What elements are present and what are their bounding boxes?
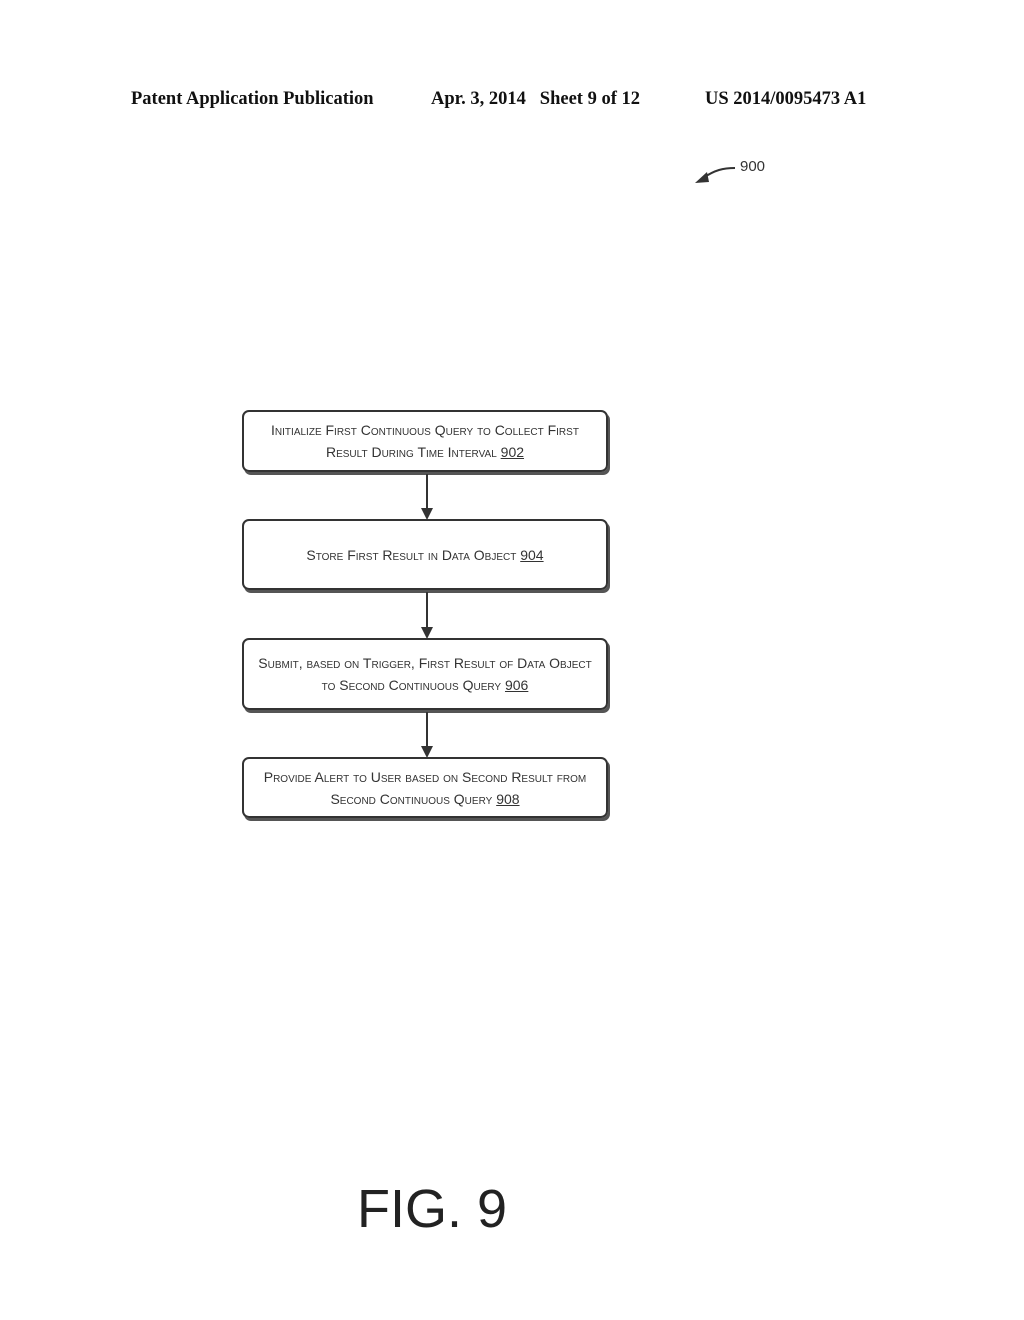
step-text: Initialize First Continuous Query to Col… <box>271 422 579 460</box>
flow-arrow <box>421 712 433 758</box>
step-text: Provide Alert to User based on Second Re… <box>263 768 587 807</box>
figure-label: FIG. 9 <box>357 1179 508 1239</box>
step-box-906: Submit, based on Trigger, First Result o… <box>242 638 608 710</box>
flow-arrow <box>421 592 433 639</box>
step-box-904: Store First Result in Data Object 904 <box>242 519 608 590</box>
step-text: Store First Result in Data Object <box>306 546 517 563</box>
flow-arrow <box>421 474 433 520</box>
figure-reference-number: 900 <box>740 158 766 175</box>
step-number: 904 <box>520 546 544 563</box>
step-number: 906 <box>504 677 529 693</box>
date-sheet: Apr. 3, 2014 Sheet 9 of 12 <box>431 89 640 109</box>
step-number: 908 <box>496 790 520 807</box>
publication-type: Patent Application Publication <box>131 89 374 109</box>
patent-number: US 2014/0095473 A1 <box>705 89 867 109</box>
reference-arrow-icon <box>695 167 736 183</box>
step-box-902: Initialize First Continuous Query to Col… <box>242 410 608 472</box>
step-text: Submit, based on Trigger, First Result o… <box>258 655 592 693</box>
step-box-908: Provide Alert to User based on Second Re… <box>242 757 608 818</box>
step-number: 902 <box>500 444 525 460</box>
